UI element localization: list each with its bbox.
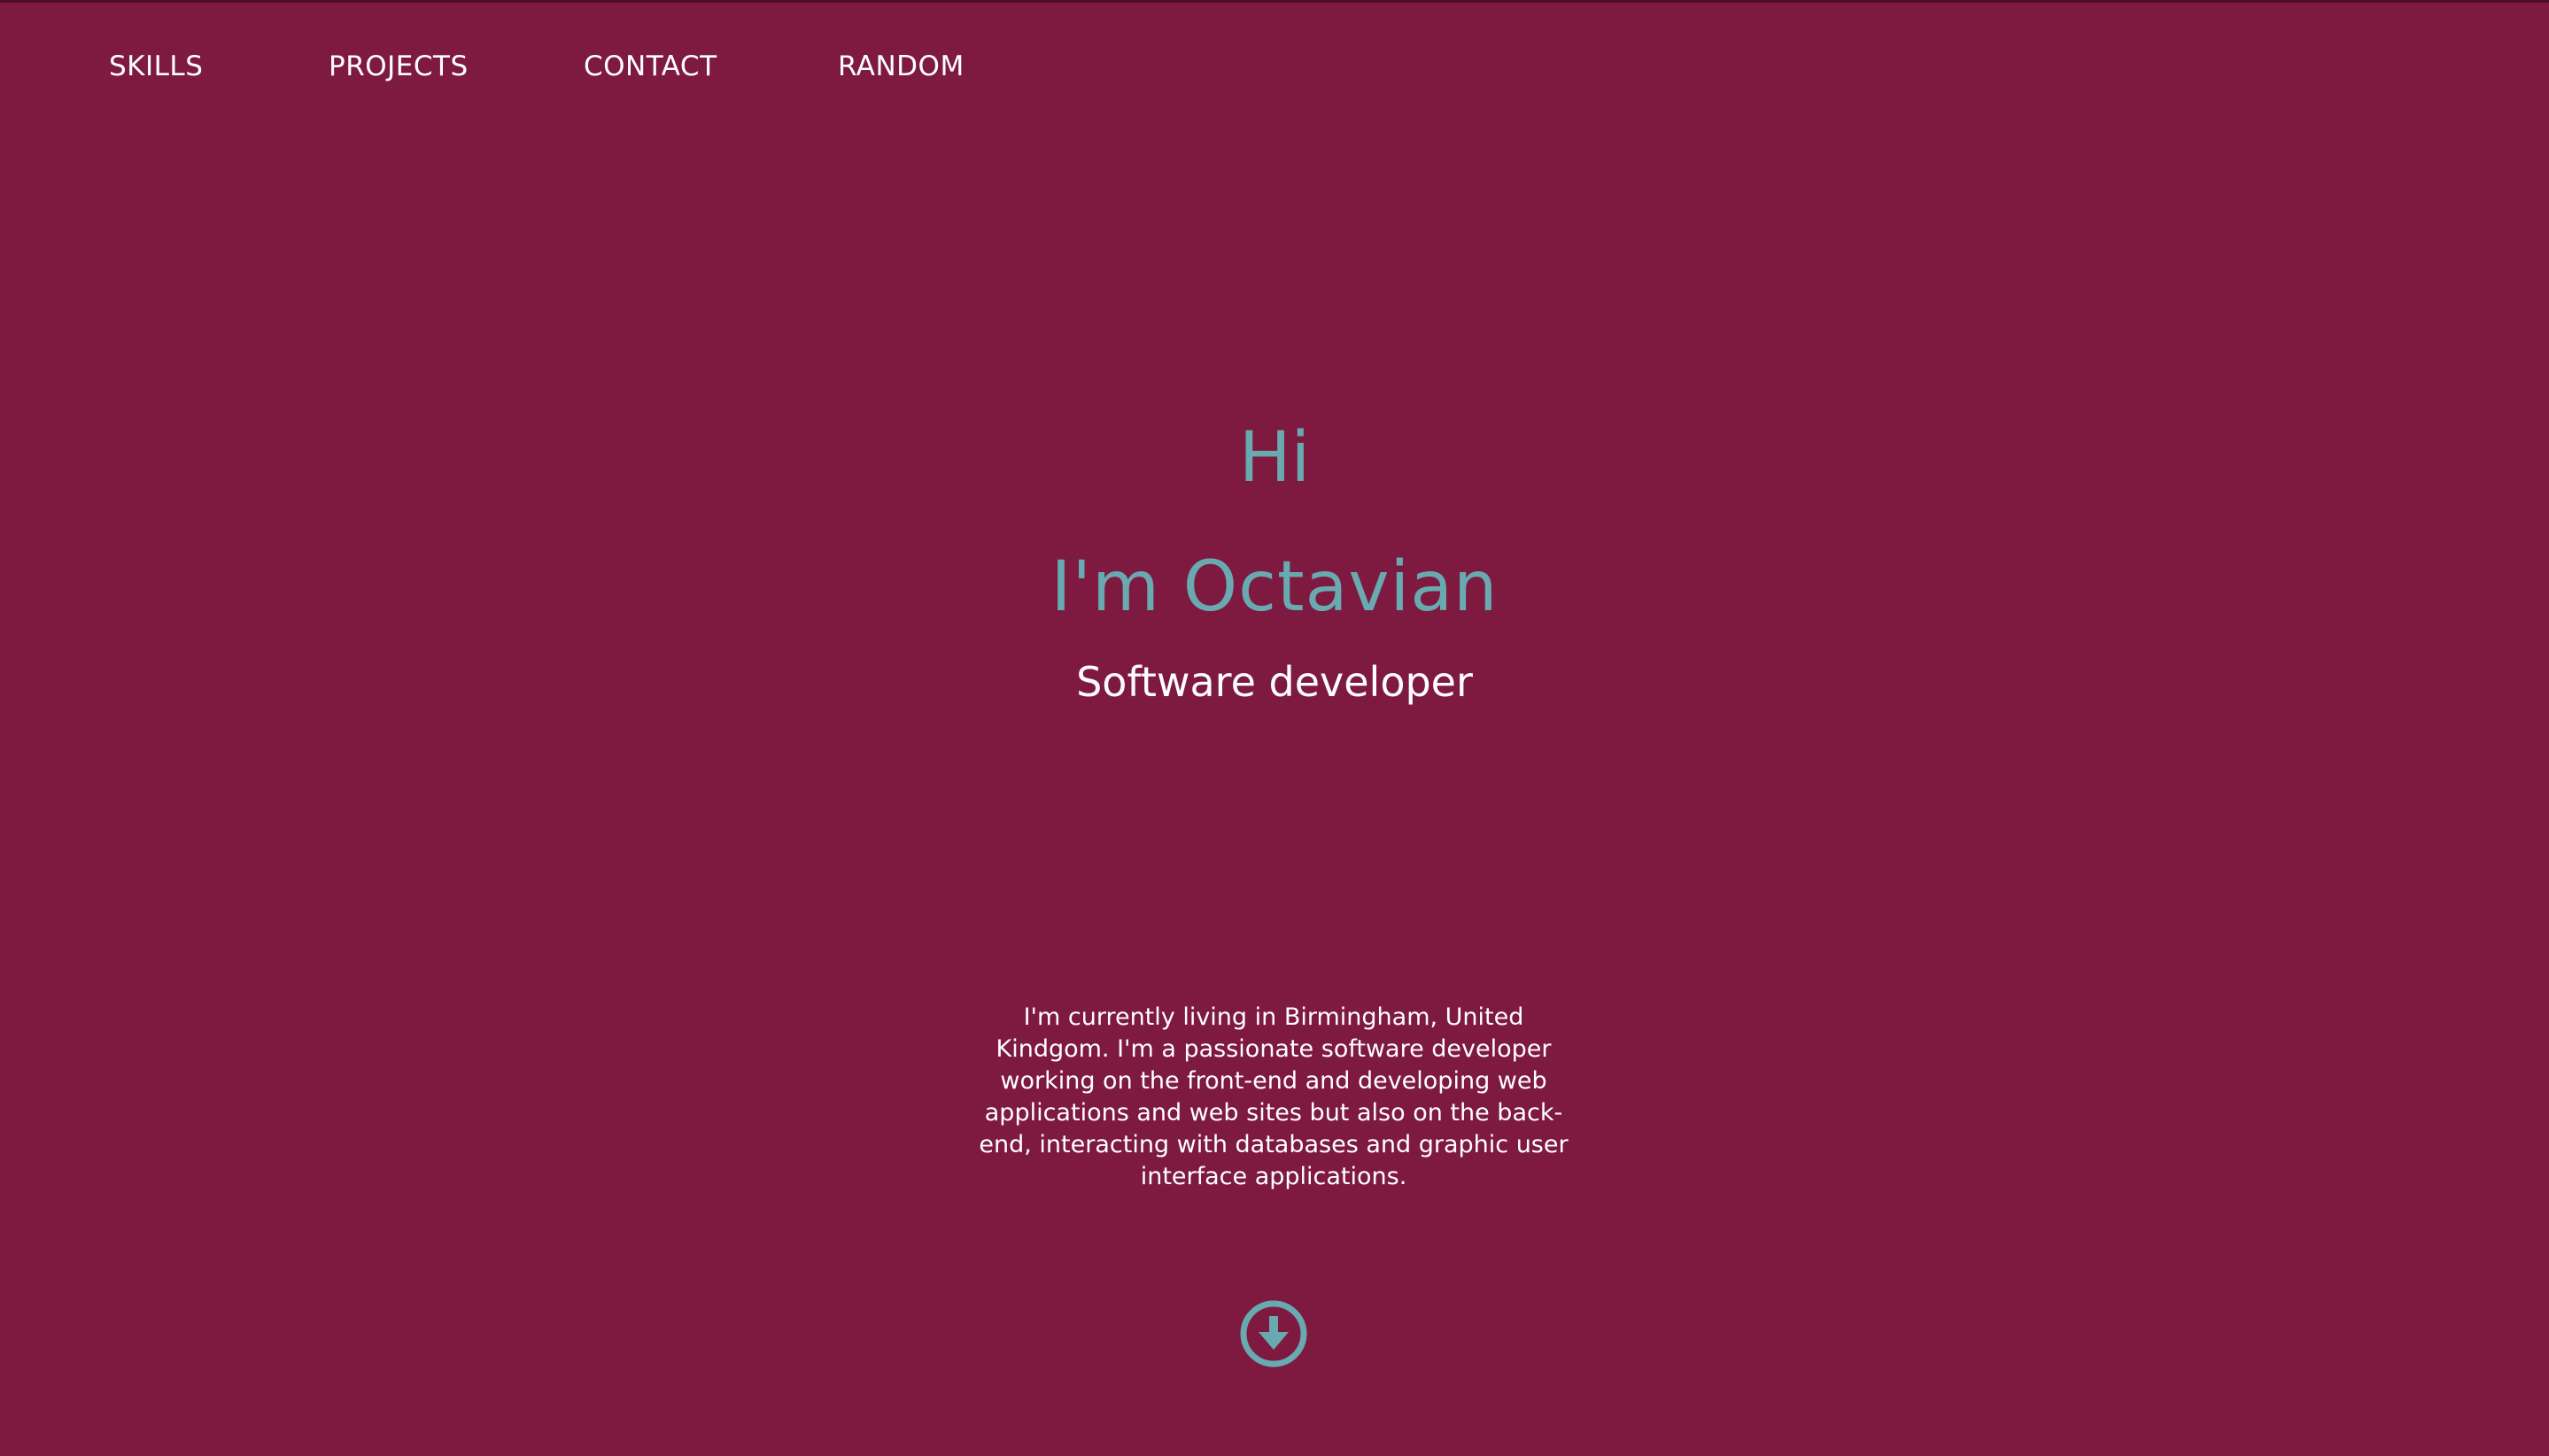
arrow-circle-down-icon — [1240, 1300, 1307, 1367]
hero-name: I'm Octavian — [1050, 547, 1499, 627]
scroll-down-button[interactable] — [1239, 1299, 1308, 1368]
about-text: I'm currently living in Birmingham, Unit… — [979, 1003, 1569, 1190]
nav-link-skills[interactable]: SKILLS — [109, 49, 203, 84]
nav-link-projects[interactable]: PROJECTS — [329, 49, 469, 84]
nav-link-contact[interactable]: CONTACT — [584, 49, 717, 84]
nav-link-random[interactable]: RANDOM — [838, 49, 965, 84]
hero-greeting: Hi — [1238, 418, 1311, 498]
main-nav: SKILLS PROJECTS CONTACT RANDOM — [0, 0, 1063, 135]
hero-role: Software developer — [1076, 658, 1473, 706]
